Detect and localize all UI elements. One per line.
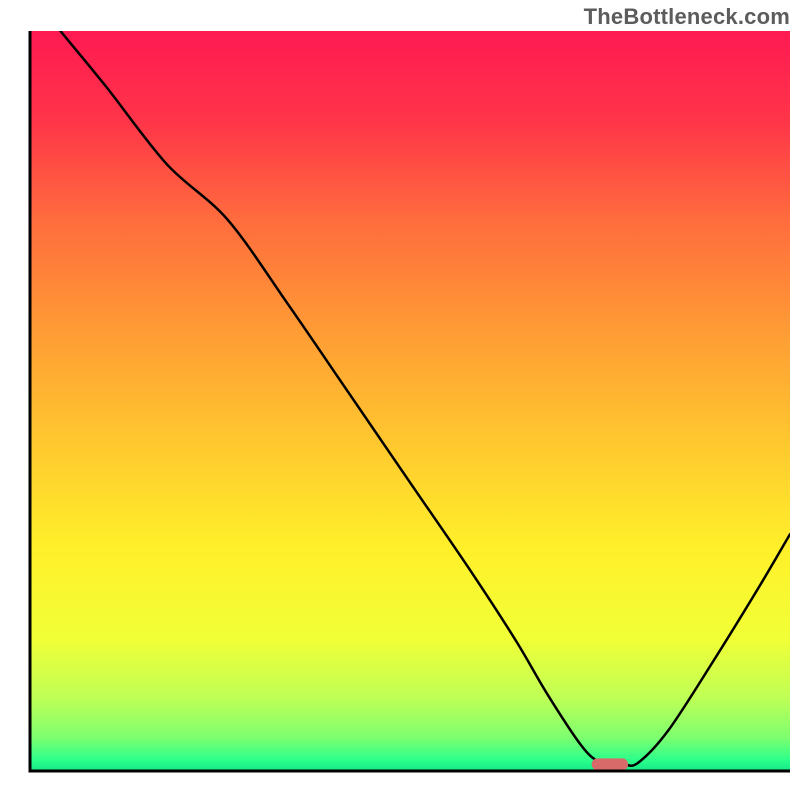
optimal-marker	[592, 758, 628, 770]
gradient-background	[30, 31, 790, 771]
watermark-text: TheBottleneck.com	[584, 4, 790, 30]
bottleneck-chart	[0, 0, 800, 800]
